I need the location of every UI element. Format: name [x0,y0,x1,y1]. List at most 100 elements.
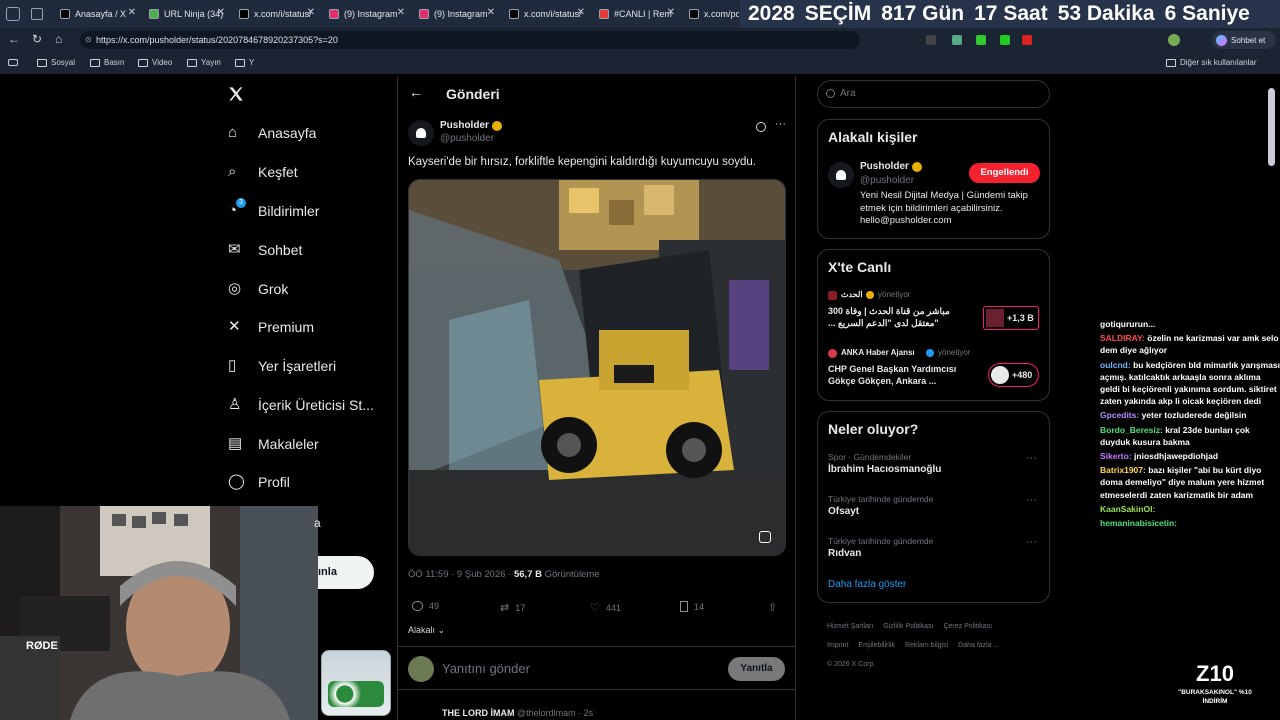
avatar[interactable] [1168,34,1180,46]
bookmark-label: Basın [104,58,125,67]
browser-tab[interactable]: (9) Instagram ✕ [413,3,499,25]
nav-item[interactable]: ✉ Sohbet [228,242,302,259]
next-reply[interactable]: THE LORD İMAM @thelordimam · 2s [408,708,593,718]
workspaces-icon[interactable] [31,8,43,20]
footer-link[interactable]: Imprint [827,642,848,649]
bookmarks-menu-icon[interactable] [8,59,18,66]
tab-close-icon[interactable]: ✕ [397,7,405,18]
nav-item[interactable]: ✕ Premium [228,319,314,336]
chat-message: Gpcedits: yeter tozluderede değilsin [1100,409,1280,421]
footer-link[interactable]: Daha fazla ... [958,642,999,649]
author-handle[interactable]: @pusholder [440,133,494,144]
url-input[interactable]: ⊙ https://x.com/pusholder/status/2020784… [80,31,860,49]
trend-name: Rıdvan [828,548,862,559]
post-media[interactable] [408,179,786,556]
more-options-icon[interactable]: ··· [1026,452,1037,464]
nav-item[interactable]: ⌕ Keşfet [228,164,298,181]
bookmark-folder[interactable]: Y [235,58,254,67]
live-item[interactable]: الحدث yönetiyor مباشر من قناة الحدث | وف… [828,290,1043,338]
avatar[interactable] [828,162,854,188]
author-name[interactable]: Pusholder [440,120,489,131]
post-views: 56,7 B [513,569,542,580]
extension-icon[interactable] [1022,35,1032,45]
extension-icon[interactable] [976,35,986,45]
reply-submit-button[interactable]: Yanıtla [728,657,785,681]
live-host-icon [828,349,837,358]
search-input[interactable]: Ara [817,80,1050,108]
footer-link[interactable]: Çerez Politikası [943,623,992,630]
reply-input[interactable]: Yanıtını gönder [442,661,530,676]
browser-tab[interactable]: #CANLI | Rem ✕ [593,3,679,25]
bookmark-button[interactable]: 14 [680,601,704,612]
show-more-link[interactable]: Daha fazla göster [828,579,906,590]
reply-button[interactable]: 49 [412,601,439,611]
post-time[interactable]: ÖÖ 11:59 · 9 Şub 2026 · [408,569,511,580]
countdown-hours: 17 [974,2,998,25]
back-arrow-icon[interactable]: ← [409,84,423,100]
reply-sort-dropdown[interactable]: Alakalı ⌄ [408,625,445,636]
live-listeners-badge[interactable]: +1,3 B [983,306,1039,330]
trend-item[interactable]: Türkiye tarihinde gündemde Ofsayt ··· [818,494,1049,530]
tab-actions-icon[interactable] [6,7,20,21]
bookmark-folder[interactable]: Basın [90,58,124,67]
repost-button[interactable]: ⇄ 17 [500,601,525,614]
footer-link[interactable]: Reklam bilgisi [905,642,948,649]
nav-item[interactable]: ⌂ Anasayfa [228,125,316,142]
footer-link[interactable]: Erişilebilirlik [858,642,895,649]
copilot-chat-button[interactable]: Sohbet et [1212,31,1276,49]
more-options-icon[interactable]: ··· [775,118,786,130]
extension-icon[interactable] [1000,35,1010,45]
more-options-icon[interactable]: ··· [1026,494,1037,506]
browser-tab[interactable]: x.com/i/status/✕ [503,3,589,25]
nav-item[interactable]: ◎ Grok [228,281,288,298]
other-bookmarks[interactable]: Diğer sık kullanılanlar [1166,58,1256,67]
nav-item[interactable]: ♙ İçerik Üreticisi St... [228,397,374,414]
extension-icon[interactable] [926,35,936,45]
footer-link[interactable]: Hizmet Şartları [827,623,873,630]
tab-close-icon[interactable]: ✕ [128,7,136,18]
nav-item[interactable]: ◯ Profil [228,474,290,491]
tab-close-icon[interactable]: ✕ [307,7,315,18]
extension-icon[interactable] [952,35,962,45]
bookmark-folder[interactable]: Sosyal [37,58,75,67]
tab-close-icon[interactable]: ✕ [577,7,585,18]
nav-item[interactable]: ▯ Yer İşaretleri [228,358,337,375]
footer-link[interactable]: Gizlilik Politikası [883,623,933,630]
related-name[interactable]: Pusholder [860,161,909,172]
back-icon[interactable]: ← [8,32,20,46]
scrollbar-thumb[interactable] [1268,88,1275,166]
nav-item[interactable]: ▤ Makaleler [228,436,319,453]
home-icon[interactable]: ⌂ [55,32,62,46]
browser-tab[interactable]: (9) Instagram ✕ [323,3,409,25]
browser-tab[interactable]: x.com/i/status/✕ [233,3,319,25]
related-title: Alakalı kişiler [828,129,918,145]
bookmark-folder[interactable]: Yayın [187,58,221,67]
x-logo-icon[interactable] [228,86,244,102]
grok-icon[interactable] [756,122,766,132]
live-item[interactable]: ANKA Haber Ajansı yönetiyor CHP Genel Ba… [828,348,1043,396]
more-nav-label[interactable]: a [314,516,321,530]
nav-label: Bildirimler [258,203,320,219]
tab-close-icon[interactable]: ✕ [667,7,675,18]
browser-tab[interactable]: Anasayfa / X ✕ [54,3,140,25]
browser-tab[interactable]: URL Ninja (34) ✕ [143,3,229,25]
avatar[interactable] [408,120,434,146]
bookmark-folder[interactable]: Video [138,58,172,67]
browser-tab[interactable]: x.com/po [683,3,739,25]
chat-text: gotiqururun... [1100,319,1156,329]
more-options-icon[interactable]: ··· [1026,536,1037,548]
grok-image-icon[interactable] [759,531,771,543]
trend-item[interactable]: Spor · Gündemdekiler İbrahim Hacıosmanoğl… [818,452,1049,488]
reload-icon[interactable]: ↻ [32,32,42,46]
tab-close-icon[interactable]: ✕ [217,7,225,18]
blocked-button[interactable]: Engellendi [969,163,1040,183]
trend-item[interactable]: Türkiye tarihinde gündemde Rıdvan ··· [818,536,1049,572]
live-listeners-badge[interactable]: +480 [988,363,1039,387]
post-button[interactable]: ınla [318,556,374,589]
nav-item[interactable]: ◔ 3 Bildirimler [228,198,320,219]
tab-close-icon[interactable]: ✕ [487,7,495,18]
share-icon[interactable]: ⇧ [768,601,777,614]
bell-icon: ◔ 3 [228,198,246,219]
nav-label: Yer İşaretleri [258,358,337,374]
like-button[interactable]: ♡ 441 [590,601,621,614]
